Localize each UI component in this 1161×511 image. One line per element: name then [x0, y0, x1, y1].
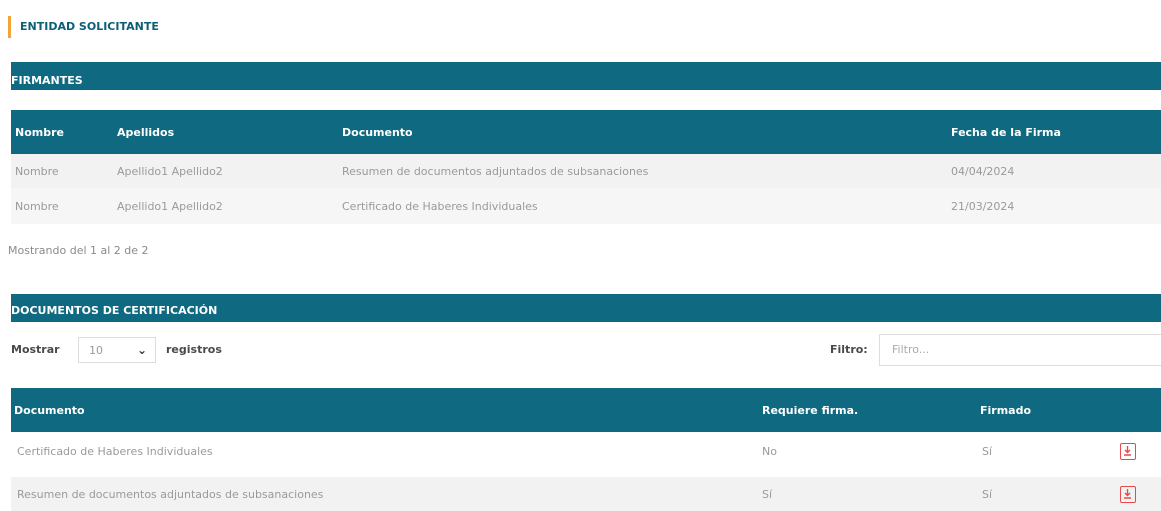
table-row: Certificado de Haberes Individuales No S…	[11, 433, 1161, 470]
col-fecha-firma[interactable]: Fecha de la Firma	[951, 110, 1061, 154]
cell-documento: Certificado de Haberes Individuales	[342, 199, 538, 213]
records-label: registros	[166, 343, 222, 356]
col-firmado[interactable]: Firmado	[980, 388, 1031, 432]
table-info: Mostrando del 1 al 2 de 2	[8, 244, 149, 257]
cell-requiere: No	[762, 445, 777, 458]
col-apellidos[interactable]: Apellidos	[117, 110, 174, 154]
cell-requiere: Sí	[762, 487, 773, 501]
filter-input[interactable]: Filtro...	[879, 334, 1161, 366]
cell-documento: Resumen de documentos adjuntados de subs…	[17, 487, 324, 501]
certificacion-title: DOCUMENTOS DE CERTIFICACIÓN	[11, 304, 218, 317]
pdf-icon	[1120, 485, 1136, 503]
firmantes-section-bar: FIRMANTES	[11, 62, 1161, 90]
col-nombre[interactable]: Nombre	[15, 110, 64, 154]
chevron-down-icon: ⌄	[136, 343, 147, 357]
col-documento[interactable]: Documento	[14, 388, 85, 432]
filter-label: Filtro:	[830, 343, 868, 356]
pdf-download-button[interactable]	[1120, 477, 1136, 511]
certificacion-table-header: Documento Requiere firma. Firmado	[11, 388, 1161, 432]
entity-section-title: ENTIDAD SOLICITANTE	[8, 16, 159, 38]
cell-nombre: Nombre	[15, 164, 59, 178]
cell-firmado: Sí	[982, 487, 993, 501]
page-size-value: 10	[89, 344, 103, 357]
cell-firmado: Sí	[982, 445, 993, 458]
pdf-download-button[interactable]	[1120, 433, 1136, 470]
cell-fecha: 04/04/2024	[951, 164, 1015, 178]
cell-documento: Resumen de documentos adjuntados de subs…	[342, 164, 649, 178]
certificacion-section-bar: DOCUMENTOS DE CERTIFICACIÓN	[11, 294, 1161, 322]
firmantes-table-header: Nombre Apellidos Documento Fecha de la F…	[11, 110, 1161, 154]
col-requiere-firma[interactable]: Requiere firma.	[762, 388, 858, 432]
cell-apellidos: Apellido1 Apellido2	[117, 164, 223, 178]
table-row: Nombre Apellido1 Apellido2 Resumen de do…	[11, 154, 1161, 188]
table-row: Nombre Apellido1 Apellido2 Certificado d…	[11, 188, 1161, 224]
show-label: Mostrar	[11, 343, 60, 356]
cell-nombre: Nombre	[15, 199, 59, 213]
col-documento[interactable]: Documento	[342, 110, 413, 154]
cell-fecha: 21/03/2024	[951, 199, 1015, 213]
table-row: Resumen de documentos adjuntados de subs…	[11, 477, 1161, 511]
page-size-select[interactable]: 10 ⌄	[78, 337, 156, 363]
cell-apellidos: Apellido1 Apellido2	[117, 199, 223, 213]
pdf-icon	[1120, 443, 1136, 460]
cell-documento: Certificado de Haberes Individuales	[17, 445, 213, 458]
firmantes-title: FIRMANTES	[11, 74, 83, 87]
